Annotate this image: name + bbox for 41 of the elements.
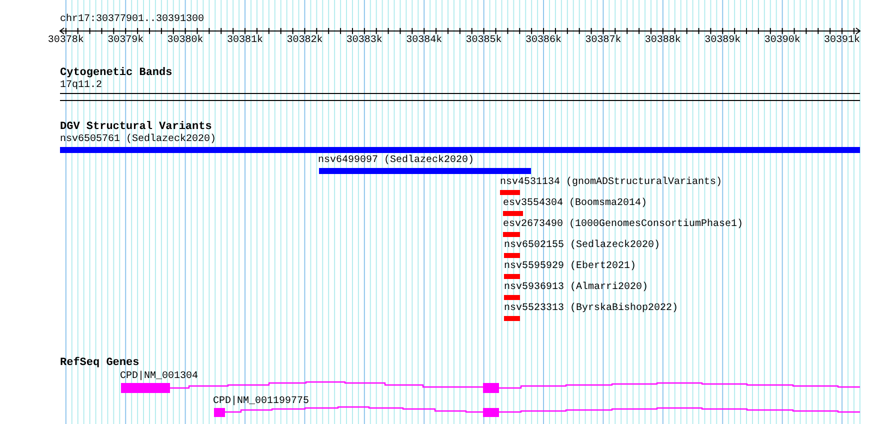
variant-bar[interactable] xyxy=(503,232,520,237)
ruler-tick-label: 30389k xyxy=(704,35,742,46)
ruler-tick-label: 30378k xyxy=(46,35,85,46)
transcript-drawing[interactable] xyxy=(214,406,861,417)
ruler-tick-label: 30386k xyxy=(524,35,563,46)
transcript-label: CPD|NM_001199775 xyxy=(213,396,310,407)
variant-label: nsv5523313 (ByrskaBishop2022) xyxy=(504,303,678,314)
variant-label: esv3554304 (Boomsma2014) xyxy=(503,198,648,209)
ruler-tick-label: 30387k xyxy=(584,35,622,46)
variant-bar[interactable] xyxy=(503,211,523,216)
track-title: Cytogenetic Bands xyxy=(60,67,172,79)
variant-bar[interactable] xyxy=(60,147,860,153)
ruler-tick-label: 30391k xyxy=(823,35,862,46)
variant-bar[interactable] xyxy=(504,295,520,300)
variant-bar[interactable] xyxy=(319,168,531,174)
band-label: 17q11.2 xyxy=(60,80,102,91)
ruler-tick-label: 30384k xyxy=(405,35,444,46)
track-title: RefSeq Genes xyxy=(60,357,140,369)
variant-label: nsv6502155 (Sedlazeck2020) xyxy=(504,240,660,251)
variant-label: nsv4531134 (gnomADStructuralVariants) xyxy=(500,177,722,188)
ruler-tick-label: 30379k xyxy=(106,35,145,46)
variant-label: nsv6499097 (Sedlazeck2020) xyxy=(318,155,474,166)
track-title: DGV Structural Variants xyxy=(60,121,212,133)
variant-bar[interactable] xyxy=(504,316,520,321)
ruler-tick-label: 30382k xyxy=(286,35,324,46)
ruler-tick-label: 30381k xyxy=(226,35,264,46)
location-label: chr17:30377901..30391300 xyxy=(60,14,204,25)
variant-label: esv2673490 (1000GenomesConsortiumPhase1) xyxy=(503,219,744,230)
transcript-drawing[interactable] xyxy=(121,381,861,393)
ruler-tick-label: 30390k xyxy=(763,35,802,46)
variant-bar[interactable] xyxy=(504,274,520,279)
ruler-tick-label: 30380k xyxy=(166,35,204,46)
transcript-label: CPD|NM_001304 xyxy=(120,371,198,382)
variant-label: nsv5936913 (Almarri2020) xyxy=(504,282,648,293)
ruler-tick-label: 30388k xyxy=(644,35,682,46)
variant-label: nsv6505761 (Sedlazeck2020) xyxy=(60,134,216,145)
variant-label: nsv5595929 (Ebert2021) xyxy=(504,261,636,272)
ruler-tick-label: 30383k xyxy=(345,35,384,46)
variant-bar[interactable] xyxy=(500,190,520,195)
ruler-tick-label: 30385k xyxy=(464,35,503,46)
variant-bar[interactable] xyxy=(504,253,520,258)
